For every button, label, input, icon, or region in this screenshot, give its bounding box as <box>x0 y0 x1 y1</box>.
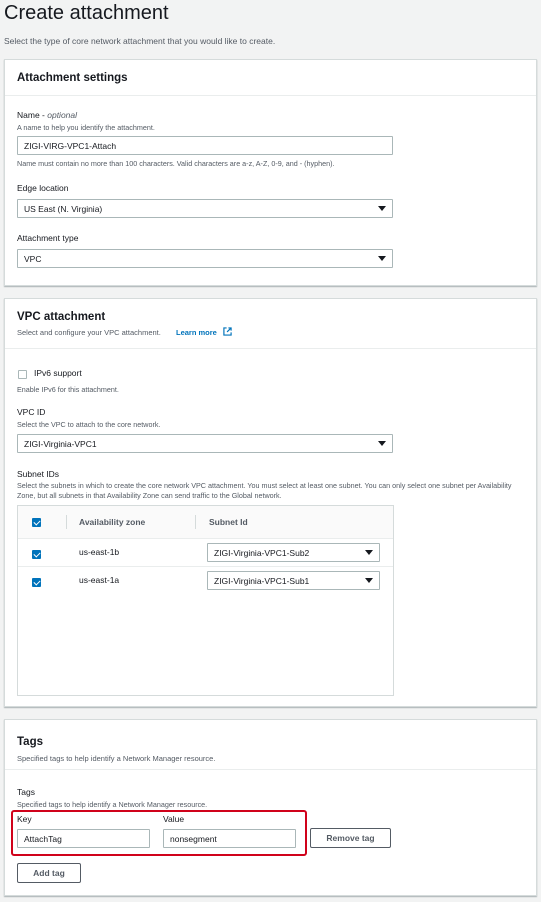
chevron-down-icon <box>378 441 386 446</box>
panel-header: Attachment settings <box>5 60 536 96</box>
zone-cell: us-east-1a <box>79 575 120 585</box>
table-row: us-east-1b ZIGI-Virginia-VPC1-Sub2 <box>18 539 393 567</box>
subnet-select[interactable]: ZIGI-Virginia-VPC1-Sub2 <box>207 543 380 562</box>
row-checkbox[interactable] <box>32 578 41 587</box>
edge-location-value: US East (N. Virginia) <box>24 204 103 214</box>
column-divider <box>195 515 196 529</box>
column-header-subnet-id[interactable]: Subnet Id <box>209 517 248 527</box>
vpc-id-value: ZIGI-Virginia-VPC1 <box>24 439 97 449</box>
attachment-settings-panel: Attachment settings Name - optional A na… <box>4 59 537 286</box>
ipv6-hint: Enable IPv6 for this attachment. <box>17 385 119 394</box>
page-title: Create attachment <box>4 2 169 24</box>
chevron-down-icon <box>378 206 386 211</box>
zone-cell: us-east-1b <box>79 547 120 557</box>
attachment-type-value: VPC <box>24 254 42 264</box>
panel-title: VPC attachment <box>17 311 106 323</box>
panel-subtitle: Specified tags to help identify a Networ… <box>17 754 216 763</box>
ipv6-label: IPv6 support <box>34 368 82 378</box>
vpc-id-select[interactable]: ZIGI-Virginia-VPC1 <box>17 434 393 453</box>
subnet-value: ZIGI-Virginia-VPC1-Sub2 <box>214 548 310 558</box>
panel-header: Tags Specified tags to help identify a N… <box>5 720 536 770</box>
add-tag-button[interactable]: Add tag <box>17 863 81 883</box>
subnet-select[interactable]: ZIGI-Virginia-VPC1-Sub1 <box>207 571 380 590</box>
chevron-down-icon <box>378 256 386 261</box>
panel-title: Tags <box>17 736 43 748</box>
column-header-availability-zone[interactable]: Availability zone <box>79 517 145 527</box>
tag-value-input[interactable]: nonsegment <box>163 829 296 848</box>
chevron-down-icon <box>365 550 373 555</box>
tag-key-input[interactable]: AttachTag <box>17 829 150 848</box>
tags-panel: Tags Specified tags to help identify a N… <box>4 719 537 896</box>
name-input[interactable]: ZIGI-VIRG-VPC1-Attach <box>17 136 393 155</box>
table-header: Availability zone Subnet Id <box>18 506 393 539</box>
subnet-table: Availability zone Subnet Id us-east-1b Z… <box>17 505 394 696</box>
learn-more-link[interactable]: Learn more <box>176 328 217 337</box>
tags-label: Tags <box>17 787 35 797</box>
edge-location-label: Edge location <box>17 183 69 193</box>
tags-hint: Specified tags to help identify a Networ… <box>17 800 208 809</box>
attachment-type-label: Attachment type <box>17 233 79 243</box>
name-label: Name - optional <box>17 110 78 120</box>
panel-subtitle: Select and configure your VPC attachment… <box>17 328 161 337</box>
vpc-id-label: VPC ID <box>17 407 46 417</box>
attachment-type-select[interactable]: VPC <box>17 249 393 268</box>
chevron-down-icon <box>365 578 373 583</box>
panel-title: Attachment settings <box>17 72 128 84</box>
edge-location-select[interactable]: US East (N. Virginia) <box>17 199 393 218</box>
row-checkbox[interactable] <box>32 550 41 559</box>
subnet-ids-hint: Select the subnets in which to create th… <box>17 481 512 500</box>
table-row: us-east-1a ZIGI-Virginia-VPC1-Sub1 <box>18 567 393 595</box>
vpc-id-hint: Select the VPC to attach to the core net… <box>17 420 161 429</box>
key-label: Key <box>17 814 32 824</box>
vpc-attachment-panel: VPC attachment Select and configure your… <box>4 298 537 707</box>
panel-header: VPC attachment Select and configure your… <box>5 299 536 349</box>
column-divider <box>66 515 67 529</box>
external-link-icon[interactable] <box>223 327 232 336</box>
ipv6-checkbox[interactable] <box>18 370 27 379</box>
select-all-checkbox[interactable] <box>32 518 41 527</box>
name-constraint: Name must contain no more than 100 chara… <box>17 159 335 168</box>
name-hint: A name to help you identify the attachme… <box>17 123 155 132</box>
page-description: Select the type of core network attachme… <box>4 36 276 46</box>
value-label: Value <box>163 814 185 824</box>
subnet-value: ZIGI-Virginia-VPC1-Sub1 <box>214 576 310 586</box>
remove-tag-button[interactable]: Remove tag <box>310 828 391 848</box>
subnet-ids-label: Subnet IDs <box>17 469 60 479</box>
